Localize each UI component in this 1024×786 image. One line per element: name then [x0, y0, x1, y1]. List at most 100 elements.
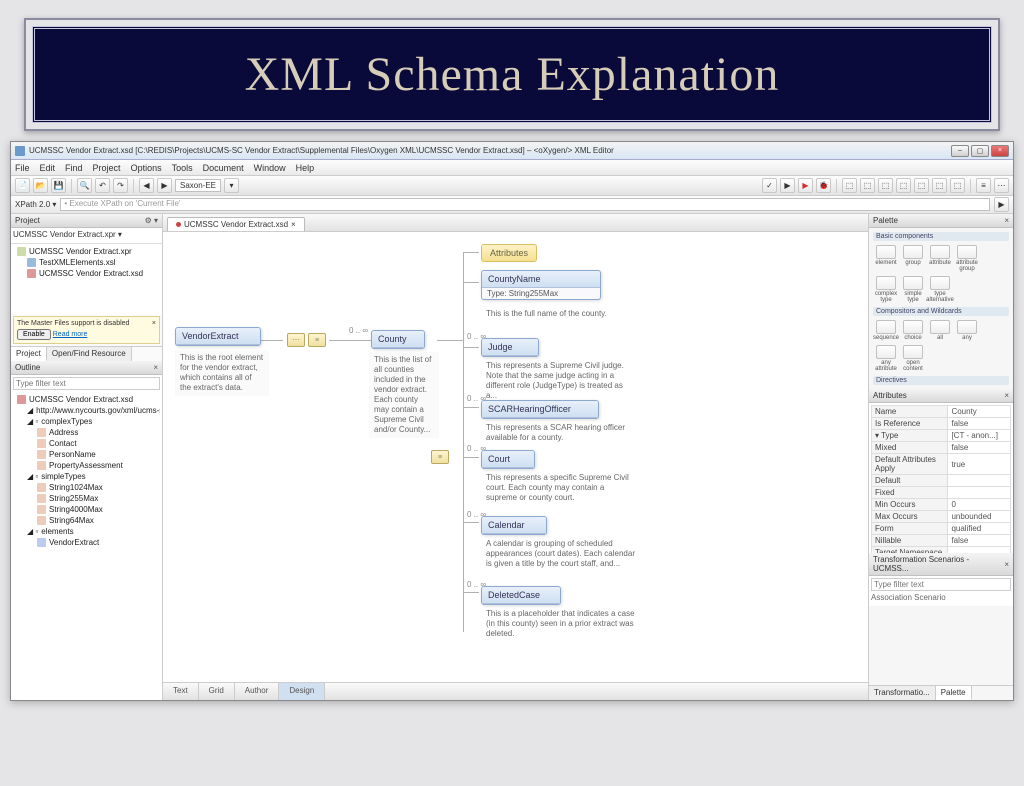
- tree-item[interactable]: Address: [13, 427, 160, 438]
- menu-project[interactable]: Project: [93, 163, 121, 173]
- attr-row[interactable]: NameCounty: [872, 406, 1011, 418]
- attr-value[interactable]: false: [948, 442, 1011, 454]
- attr-row[interactable]: Formqualified: [872, 523, 1011, 535]
- node-scar[interactable]: SCARHearingOfficer: [481, 400, 599, 419]
- node-county-name[interactable]: CountyName Type: String255Max: [481, 270, 601, 300]
- menu-file[interactable]: File: [15, 163, 30, 173]
- tool-icon[interactable]: ⬚: [878, 178, 893, 193]
- close-icon[interactable]: ×: [152, 320, 156, 327]
- tool-icon[interactable]: ⬚: [932, 178, 947, 193]
- pal-simple-type[interactable]: simple type: [901, 276, 925, 303]
- schema-canvas[interactable]: VendorExtract This is the root element f…: [163, 232, 868, 682]
- attr-row[interactable]: ▾ Type[CT - anon...]: [872, 430, 1011, 442]
- palette-section[interactable]: Compositors and Wildcards: [873, 307, 1009, 316]
- minimize-button[interactable]: –: [951, 145, 969, 157]
- mode-design[interactable]: Design: [279, 683, 325, 700]
- forward-icon[interactable]: ▶: [157, 178, 172, 193]
- tree-item[interactable]: ◢ ▫ simpleTypes: [13, 471, 160, 482]
- palette-section[interactable]: Basic components: [873, 232, 1009, 241]
- menu-window[interactable]: Window: [254, 163, 286, 173]
- outline-filter[interactable]: [13, 377, 160, 390]
- tool-icon[interactable]: ⬚: [896, 178, 911, 193]
- xpath-go-icon[interactable]: ▶: [994, 197, 1009, 212]
- window-titlebar[interactable]: UCMSSC Vendor Extract.xsd [C:\REDIS\Proj…: [11, 142, 1013, 160]
- pal-choice[interactable]: choice: [901, 320, 925, 341]
- attr-value[interactable]: false: [948, 418, 1011, 430]
- pal-sequence[interactable]: sequence: [874, 320, 898, 341]
- attr-row[interactable]: Max Occursunbounded: [872, 511, 1011, 523]
- attr-row[interactable]: Is Referencefalse: [872, 418, 1011, 430]
- dropdown-icon[interactable]: ▾: [224, 178, 239, 193]
- tree-item[interactable]: ◢ ▫ elements: [13, 526, 160, 537]
- menu-help[interactable]: Help: [296, 163, 315, 173]
- node-county[interactable]: County: [371, 330, 425, 349]
- tree-item[interactable]: String4000Max: [13, 504, 160, 515]
- tree-item[interactable]: Contact: [13, 438, 160, 449]
- mode-author[interactable]: Author: [235, 683, 280, 700]
- mode-grid[interactable]: Grid: [199, 683, 235, 700]
- tool-icon[interactable]: ⬚: [914, 178, 929, 193]
- open-icon[interactable]: 📂: [33, 178, 48, 193]
- panel-menu-icon[interactable]: ⚙ ▾: [145, 216, 158, 225]
- panel-close-icon[interactable]: ×: [1004, 391, 1009, 400]
- back-icon[interactable]: ◀: [139, 178, 154, 193]
- enable-button[interactable]: Enable: [17, 329, 51, 340]
- more-icon[interactable]: ⋯: [994, 178, 1009, 193]
- editor-tab[interactable]: UCMSSC Vendor Extract.xsd ×: [167, 217, 305, 231]
- tree-item[interactable]: UCMSSC Vendor Extract.xsd: [13, 394, 160, 405]
- tree-item[interactable]: String1024Max: [13, 482, 160, 493]
- pal-attribute[interactable]: attribute: [928, 245, 952, 272]
- palette-section[interactable]: Directives: [873, 376, 1009, 385]
- menu-tools[interactable]: Tools: [172, 163, 193, 173]
- node-calendar[interactable]: Calendar: [481, 516, 547, 535]
- engine-select[interactable]: Saxon-EE: [175, 179, 221, 192]
- tool-icon[interactable]: ⬚: [950, 178, 965, 193]
- attr-value[interactable]: County: [948, 406, 1011, 418]
- transform-icon[interactable]: ▶: [780, 178, 795, 193]
- attr-row[interactable]: Min Occurs0: [872, 499, 1011, 511]
- tree-item[interactable]: ◢ http://www.nycourts.gov/xml/ucms-sc/ve…: [13, 405, 160, 416]
- tool-icon[interactable]: ⬚: [842, 178, 857, 193]
- attr-value[interactable]: 0: [948, 499, 1011, 511]
- pal-all[interactable]: all: [928, 320, 952, 341]
- close-button[interactable]: ×: [991, 145, 1009, 157]
- attr-row[interactable]: Fixed: [872, 487, 1011, 499]
- xpath-input[interactable]: • Execute XPath on 'Current File': [60, 198, 990, 211]
- panel-close-icon[interactable]: ×: [1004, 560, 1009, 569]
- read-more-link[interactable]: Read more: [53, 331, 88, 338]
- menu-find[interactable]: Find: [65, 163, 83, 173]
- attr-value[interactable]: [CT - anon...]: [948, 430, 1011, 442]
- tree-item[interactable]: VendorExtract: [13, 537, 160, 548]
- tab-palette[interactable]: Palette: [936, 686, 972, 700]
- node-judge[interactable]: Judge: [481, 338, 539, 357]
- sequence-compositor-icon[interactable]: ≡: [431, 450, 449, 464]
- search-icon[interactable]: 🔍: [77, 178, 92, 193]
- pal-attr-group[interactable]: attribute group: [955, 245, 979, 272]
- sequence-compositor-icon[interactable]: ≡: [308, 333, 326, 347]
- panel-close-icon[interactable]: ×: [153, 363, 158, 372]
- attr-value[interactable]: qualified: [948, 523, 1011, 535]
- project-root[interactable]: UCMSSC Vendor Extract.xpr ▾: [13, 230, 122, 239]
- attr-value[interactable]: true: [948, 454, 1011, 475]
- tab-transform[interactable]: Transformatio...: [869, 686, 936, 700]
- validate-icon[interactable]: ✓: [762, 178, 777, 193]
- attr-row[interactable]: Mixedfalse: [872, 442, 1011, 454]
- sequence-compositor-icon[interactable]: ⋯: [287, 333, 305, 347]
- mode-text[interactable]: Text: [163, 683, 199, 700]
- transform-filter[interactable]: [871, 578, 1011, 591]
- menu-edit[interactable]: Edit: [40, 163, 56, 173]
- attr-value[interactable]: [948, 475, 1011, 487]
- node-court[interactable]: Court: [481, 450, 535, 469]
- pal-group[interactable]: group: [901, 245, 925, 272]
- tab-close-icon[interactable]: ×: [291, 220, 296, 229]
- pal-open-content[interactable]: open content: [901, 345, 925, 372]
- tree-item[interactable]: PersonName: [13, 449, 160, 460]
- attr-row[interactable]: Default: [872, 475, 1011, 487]
- run-icon[interactable]: ▶: [798, 178, 813, 193]
- node-deleted-case[interactable]: DeletedCase: [481, 586, 561, 605]
- tab-project[interactable]: Project: [11, 347, 47, 361]
- attr-row[interactable]: Default Attributes Applytrue: [872, 454, 1011, 475]
- redo-icon[interactable]: ↷: [113, 178, 128, 193]
- tree-item[interactable]: UCMSSC Vendor Extract.xsd: [13, 268, 160, 279]
- tab-open-find[interactable]: Open/Find Resource: [47, 347, 132, 361]
